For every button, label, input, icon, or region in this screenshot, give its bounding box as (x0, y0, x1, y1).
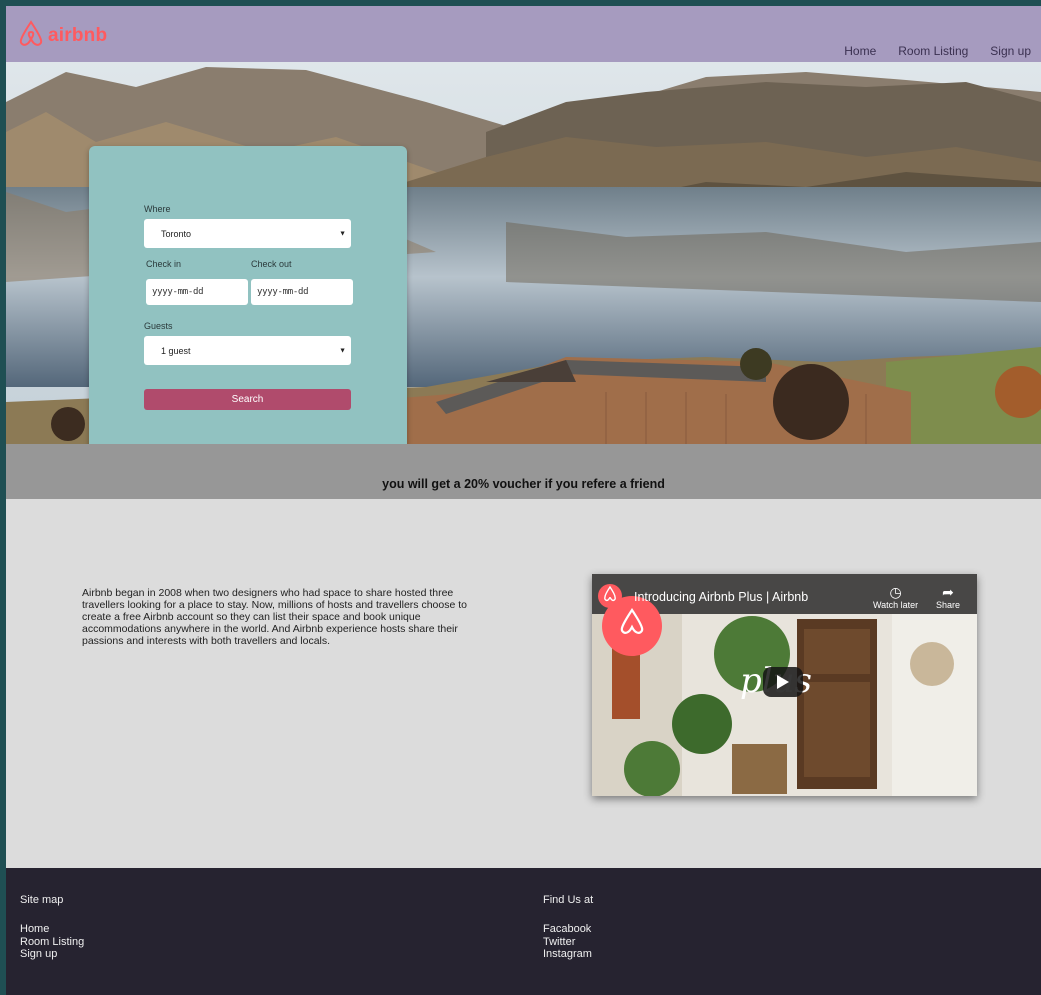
checkout-input[interactable]: yyyy-mm-dd (251, 279, 353, 305)
checkin-input[interactable]: yyyy-mm-dd (146, 279, 248, 305)
footer-link-room-listing[interactable]: Room Listing (20, 936, 84, 949)
share-arrow-icon: ➦ (942, 584, 954, 600)
airbnb-logo[interactable]: airbnb (18, 19, 107, 52)
where-label: Where (144, 204, 171, 214)
nav-sign-up[interactable]: Sign up (990, 44, 1031, 58)
clock-icon: ◷ (889, 584, 902, 600)
checkout-placeholder: yyyy-mm-dd (257, 287, 309, 297)
video-title[interactable]: Introducing Airbnb Plus | Airbnb (634, 590, 808, 604)
watch-later-label: Watch later (873, 600, 919, 610)
voucher-text: you will get a 20% voucher if you refere… (382, 477, 665, 491)
footer-social: Find Us at Facabook Twitter Instagram (543, 894, 593, 961)
logo-text: airbnb (48, 24, 108, 46)
dropdown-caret-icon: ▼ (339, 230, 346, 237)
share-control[interactable]: ➦ Share (936, 584, 960, 610)
page: airbnb Home Room Listing Sign up Where T… (6, 6, 1041, 995)
checkout-label: Check out (251, 259, 292, 269)
footer-link-twitter[interactable]: Twitter (543, 936, 593, 949)
footer-link-home[interactable]: Home (20, 923, 84, 936)
embedded-video[interactable]: plus Introducing Airbnb Plus | Airbnb ◷ … (592, 574, 977, 796)
footer-sitemap: Site map Home Room Listing Sign up (20, 894, 84, 961)
main-nav: Home Room Listing Sign up (844, 44, 1031, 58)
hero-banner: Where Toronto ▼ Check in Check out yyyy-… (6, 62, 1041, 444)
voucher-banner: you will get a 20% voucher if you refere… (6, 444, 1041, 499)
footer-sitemap-title: Site map (20, 894, 64, 906)
footer-link-sign-up[interactable]: Sign up (20, 948, 84, 961)
search-form-card: Where Toronto ▼ Check in Check out yyyy-… (89, 146, 407, 444)
play-icon (777, 675, 789, 689)
airbnb-belo-icon (18, 19, 44, 52)
nav-home[interactable]: Home (844, 44, 876, 58)
checkin-label: Check in (146, 259, 182, 269)
about-paragraph: Airbnb began in 2008 when two designers … (82, 587, 467, 647)
share-label: Share (936, 600, 961, 610)
nav-room-listing[interactable]: Room Listing (898, 44, 968, 58)
where-value: Toronto (161, 228, 192, 239)
footer-social-title: Find Us at (543, 894, 594, 906)
checkin-placeholder: yyyy-mm-dd (152, 287, 204, 297)
where-select[interactable]: Toronto ▼ (144, 219, 351, 248)
footer-link-instagram[interactable]: Instagram (543, 948, 593, 961)
guests-value: 1 guest (161, 345, 191, 356)
top-navbar: airbnb Home Room Listing Sign up (6, 6, 1041, 62)
play-button[interactable] (763, 667, 803, 697)
search-button[interactable]: Search (144, 389, 351, 410)
dropdown-caret-icon: ▼ (339, 347, 346, 354)
footer: Site map Home Room Listing Sign up Find … (6, 868, 1041, 995)
watch-later-control[interactable]: ◷ Watch later (873, 584, 918, 610)
guests-label: Guests (144, 321, 173, 331)
footer-link-facebook[interactable]: Facabook (543, 923, 593, 936)
guests-select[interactable]: 1 guest ▼ (144, 336, 351, 365)
